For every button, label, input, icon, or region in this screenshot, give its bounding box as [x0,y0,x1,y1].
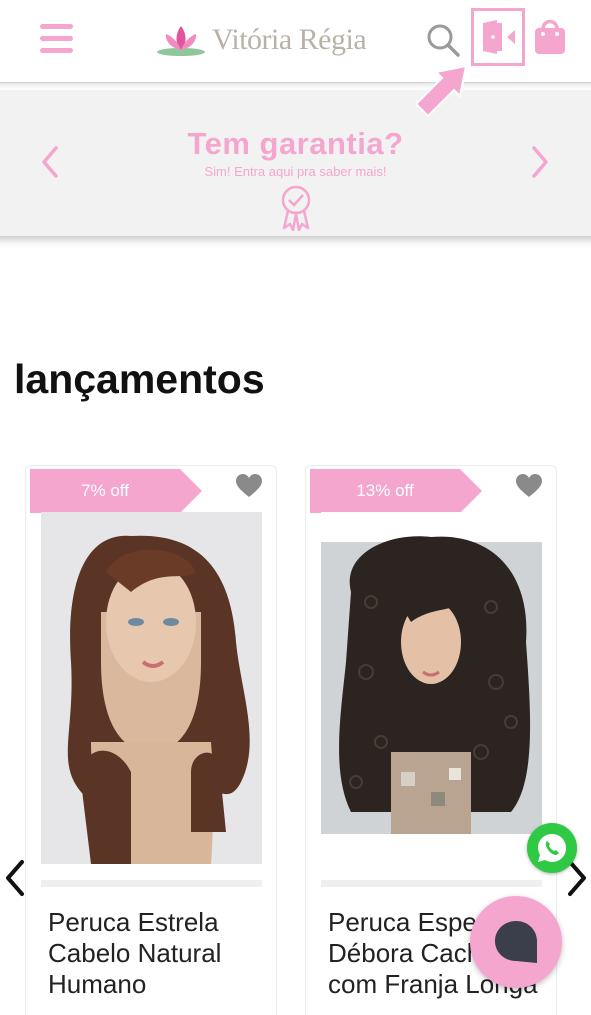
brand-logo[interactable]: Vitória Régia [156,20,367,60]
warranty-banner[interactable]: Tem garantia? Sim! Entra aqui pra saber … [0,90,591,238]
chat-bubble-icon [495,921,537,963]
card-divider [41,880,262,887]
banner-subtitle: Sim! Entra aqui pra saber mais! [204,164,387,179]
chat-button[interactable] [470,896,562,988]
card-divider [321,880,542,887]
hamburger-menu-icon[interactable] [40,24,73,53]
logo-text: Vitória Régia [212,23,367,56]
award-ribbon-icon [281,185,311,232]
shopping-bag-icon[interactable] [532,16,568,56]
lotus-logo-icon [157,26,205,56]
door-login-icon [483,20,515,54]
pointer-arrow-icon [416,64,468,118]
login-button[interactable] [471,8,525,66]
product-image[interactable] [41,512,262,864]
top-header: Vitória Régia [0,0,591,82]
discount-label: 13% off [356,481,414,500]
product-title[interactable]: Peruca Estrela Cabelo Natural Humano [48,907,263,1000]
banner-shadow [0,236,591,248]
section-title: lançamentos [14,356,265,402]
discount-label: 7% off [81,481,129,500]
whatsapp-icon [538,834,566,862]
heart-icon[interactable] [236,474,262,498]
search-icon[interactable] [425,22,461,58]
heart-icon[interactable] [516,474,542,498]
carousel-prev-icon[interactable] [4,858,26,898]
product-image[interactable] [321,512,542,864]
whatsapp-button[interactable] [527,823,577,873]
product-card[interactable]: 7% off Peruca Estrela Cabelo Natural Hum… [25,465,277,1015]
chevron-right-icon[interactable] [528,142,552,182]
banner-title: Tem garantia? [187,126,404,161]
